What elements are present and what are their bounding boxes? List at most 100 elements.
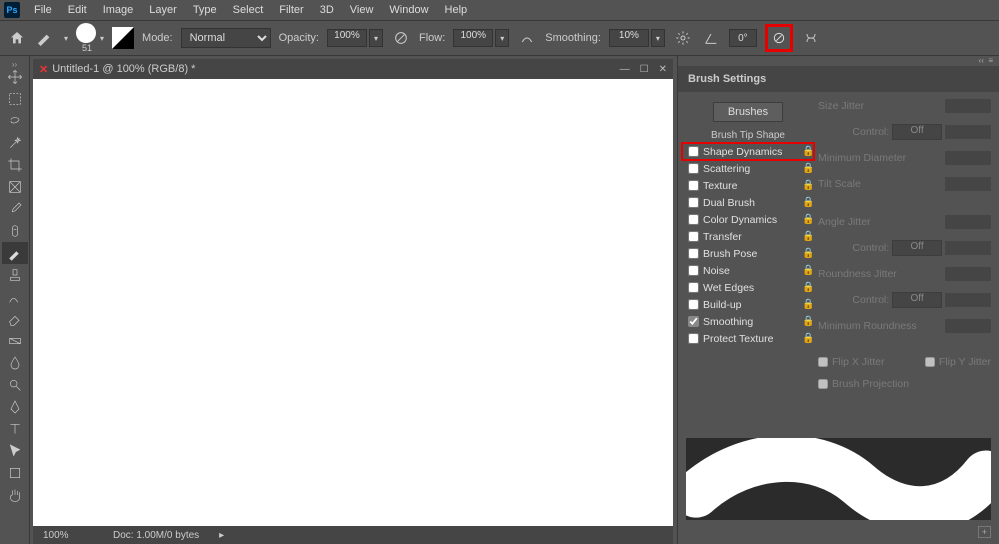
menu-filter[interactable]: Filter — [271, 2, 311, 18]
brush-attr-transfer[interactable]: Transfer🔒 — [682, 228, 814, 245]
control-label-3: Control: — [852, 294, 889, 306]
brush-tip-shape-link[interactable]: Brush Tip Shape — [682, 130, 814, 141]
attr-check[interactable] — [688, 180, 699, 191]
lock-icon[interactable]: 🔒 — [802, 146, 814, 157]
attr-check[interactable] — [688, 333, 699, 344]
brush-angle-icon[interactable] — [701, 28, 721, 48]
lock-icon[interactable]: 🔒 — [802, 163, 814, 174]
lock-icon[interactable]: 🔒 — [802, 282, 814, 293]
attr-check[interactable] — [688, 231, 699, 242]
brush-attr-scattering[interactable]: Scattering🔒 — [682, 160, 814, 177]
status-chevron-icon[interactable]: ▸ — [219, 530, 224, 541]
flow-input[interactable]: 100% — [453, 29, 493, 47]
dodge-tool[interactable] — [2, 374, 28, 396]
brush-attr-shape-dynamics[interactable]: Shape Dynamics🔒 — [682, 143, 814, 160]
smoothing-chevron[interactable]: ▾ — [651, 29, 665, 47]
document-close-icon[interactable]: ✕ — [39, 63, 48, 76]
lock-icon[interactable]: 🔒 — [802, 316, 814, 327]
brush-panel-toggle-icon[interactable] — [112, 27, 134, 49]
opacity-chevron[interactable]: ▾ — [369, 29, 383, 47]
attr-check[interactable] — [688, 163, 699, 174]
brush-tool[interactable] — [2, 242, 28, 264]
menu-window[interactable]: Window — [381, 2, 436, 18]
chevron-down-icon[interactable]: ▾ — [100, 34, 104, 43]
attr-check[interactable] — [688, 214, 699, 225]
home-icon[interactable] — [8, 29, 26, 47]
flow-chevron[interactable]: ▾ — [495, 29, 509, 47]
zoom-value[interactable]: 100% — [43, 530, 93, 541]
smoothing-input[interactable]: 10% — [609, 29, 649, 47]
brush-attr-smoothing[interactable]: Smoothing🔒 — [682, 313, 814, 330]
stamp-tool[interactable] — [2, 264, 28, 286]
brush-attr-color-dynamics[interactable]: Color Dynamics🔒 — [682, 211, 814, 228]
crop-tool[interactable] — [2, 154, 28, 176]
lock-icon[interactable]: 🔒 — [802, 299, 814, 310]
path-select-tool[interactable] — [2, 440, 28, 462]
menu-help[interactable]: Help — [437, 2, 476, 18]
healing-tool[interactable] — [2, 220, 28, 242]
lock-icon[interactable]: 🔒 — [802, 265, 814, 276]
brush-attr-brush-pose[interactable]: Brush Pose🔒 — [682, 245, 814, 262]
brush-attr-protect-texture[interactable]: Protect Texture🔒 — [682, 330, 814, 347]
maximize-icon[interactable]: ☐ — [640, 64, 649, 75]
new-preset-icon[interactable]: + — [978, 526, 991, 538]
eyedropper-tool[interactable] — [2, 198, 28, 220]
brush-angle-input[interactable] — [729, 29, 757, 47]
menu-layer[interactable]: Layer — [141, 2, 185, 18]
menu-select[interactable]: Select — [225, 2, 272, 18]
blend-mode-select[interactable]: Normal — [181, 28, 271, 48]
lasso-tool[interactable] — [2, 110, 28, 132]
hand-tool[interactable] — [2, 484, 28, 506]
lock-icon[interactable]: 🔒 — [802, 248, 814, 259]
lock-icon[interactable]: 🔒 — [802, 333, 814, 344]
pen-tool[interactable] — [2, 396, 28, 418]
menu-edit[interactable]: Edit — [60, 2, 95, 18]
menu-type[interactable]: Type — [185, 2, 225, 18]
symmetry-icon[interactable] — [801, 28, 821, 48]
brushes-button[interactable]: Brushes — [713, 102, 783, 122]
attr-check[interactable] — [688, 197, 699, 208]
menu-3d[interactable]: 3D — [312, 2, 342, 18]
attr-check[interactable] — [688, 299, 699, 310]
marquee-tool[interactable] — [2, 88, 28, 110]
minimize-icon[interactable]: — — [620, 64, 630, 75]
panel-tab[interactable]: Brush Settings — [678, 66, 999, 92]
wand-tool[interactable] — [2, 132, 28, 154]
opacity-input[interactable]: 100% — [327, 29, 367, 47]
eraser-tool[interactable] — [2, 308, 28, 330]
brush-attr-noise[interactable]: Noise🔒 — [682, 262, 814, 279]
pressure-opacity-icon[interactable] — [391, 28, 411, 48]
lock-icon[interactable]: 🔒 — [802, 231, 814, 242]
attr-check[interactable] — [688, 282, 699, 293]
brush-preset-picker[interactable]: 51 ▾ — [76, 23, 104, 53]
lock-icon[interactable]: 🔒 — [802, 197, 814, 208]
menu-view[interactable]: View — [342, 2, 382, 18]
lock-icon[interactable]: 🔒 — [802, 214, 814, 225]
history-brush-tool[interactable] — [2, 286, 28, 308]
shape-tool[interactable] — [2, 462, 28, 484]
brush-attr-dual-brush[interactable]: Dual Brush🔒 — [682, 194, 814, 211]
menu-file[interactable]: File — [26, 2, 60, 18]
canvas[interactable] — [33, 79, 673, 526]
type-tool[interactable] — [2, 418, 28, 440]
brush-attr-texture[interactable]: Texture🔒 — [682, 177, 814, 194]
chevron-down-icon[interactable]: ▾ — [64, 34, 68, 43]
blur-tool[interactable] — [2, 352, 28, 374]
menu-image[interactable]: Image — [95, 2, 142, 18]
airbrush-icon[interactable] — [517, 28, 537, 48]
attr-check[interactable] — [688, 316, 699, 327]
attr-check[interactable] — [688, 146, 699, 157]
brush-attr-wet-edges[interactable]: Wet Edges🔒 — [682, 279, 814, 296]
smoothing-gear-icon[interactable] — [673, 28, 693, 48]
attr-check[interactable] — [688, 248, 699, 259]
brush-attr-build-up[interactable]: Build-up🔒 — [682, 296, 814, 313]
attr-check[interactable] — [688, 265, 699, 276]
tool-preset-icon[interactable] — [34, 28, 54, 48]
lock-icon[interactable]: 🔒 — [802, 180, 814, 191]
move-tool[interactable] — [2, 66, 28, 88]
gradient-tool[interactable] — [2, 330, 28, 352]
close-icon[interactable]: ✕ — [659, 64, 667, 75]
panel-collapse-icon[interactable]: ‹‹ ≡ — [678, 56, 999, 66]
pressure-size-button[interactable] — [765, 24, 793, 52]
frame-tool[interactable] — [2, 176, 28, 198]
